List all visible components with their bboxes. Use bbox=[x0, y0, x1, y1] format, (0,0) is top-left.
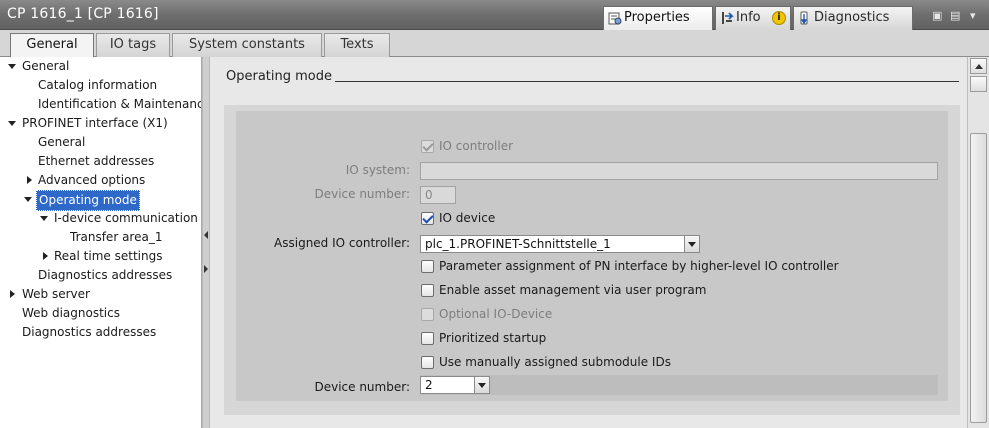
asset-management-label: Enable asset management via user program bbox=[439, 283, 707, 297]
tab-texts[interactable]: Texts bbox=[324, 33, 390, 57]
diagnostics-icon bbox=[800, 11, 808, 25]
collapse-icon[interactable] bbox=[43, 252, 48, 260]
assigned-io-controller-value: plc_1.PROFINET-Schnittstelle_1 bbox=[425, 237, 611, 251]
device-number-label: Device number: bbox=[314, 187, 410, 201]
device-number-select[interactable]: 2 bbox=[420, 376, 490, 394]
properties-tab-row: General IO tags System constants Texts bbox=[0, 30, 989, 58]
io-controller-label: IO controller bbox=[439, 139, 514, 153]
collapse-icon[interactable] bbox=[10, 290, 15, 298]
tree-item-web-diagnostics[interactable]: Web diagnostics bbox=[22, 304, 120, 323]
tab-properties[interactable]: Properties bbox=[603, 6, 713, 30]
device-number-field[interactable]: 0 bbox=[420, 186, 456, 204]
tree-item-catalog-information[interactable]: Catalog information bbox=[38, 76, 157, 95]
tree-item-label: Diagnostics addresses bbox=[38, 268, 173, 282]
tab-diagnostics-label: Diagnostics bbox=[814, 10, 890, 25]
io-device-label: IO device bbox=[439, 211, 496, 225]
operating-mode-inner-panel: IO controller IO system: Device number: … bbox=[236, 111, 948, 401]
vertical-scrollbar[interactable] bbox=[967, 57, 989, 428]
param-assignment-label: Parameter assignment of PN interface by … bbox=[439, 259, 839, 273]
tab-properties-label: Properties bbox=[624, 10, 690, 25]
io-device-checkbox[interactable] bbox=[421, 212, 434, 225]
expand-icon[interactable] bbox=[8, 121, 16, 126]
prioritized-startup-checkbox[interactable] bbox=[421, 332, 434, 345]
tree-item-label: Operating mode bbox=[36, 190, 140, 211]
tree-item-label: Ethernet addresses bbox=[38, 154, 155, 168]
chevron-down-icon[interactable] bbox=[474, 377, 489, 393]
scroll-menu-icon[interactable] bbox=[970, 76, 987, 92]
tab-io-tags[interactable]: IO tags bbox=[96, 33, 170, 57]
optional-io-device-checkbox[interactable] bbox=[421, 308, 434, 321]
tree-item-label: Real time settings bbox=[54, 249, 163, 263]
navigation-tree: General Catalog information Identificati… bbox=[0, 57, 202, 428]
io-system-field[interactable] bbox=[420, 162, 938, 180]
scroll-up-icon[interactable] bbox=[970, 58, 987, 74]
tab-system-constants[interactable]: System constants bbox=[172, 33, 322, 57]
tree-item-label: Identification & Maintenance bbox=[38, 97, 202, 111]
expand-icon[interactable] bbox=[24, 197, 32, 202]
section-divider bbox=[335, 81, 959, 82]
scrollbar-thumb[interactable] bbox=[970, 133, 987, 423]
chevron-down-icon[interactable] bbox=[684, 236, 699, 252]
tree-item-diagnostics-addresses[interactable]: Diagnostics addresses bbox=[38, 266, 172, 285]
expand-right-icon[interactable] bbox=[204, 265, 208, 273]
tree-item-label: PROFINET interface (X1) bbox=[22, 116, 168, 130]
io-controller-checkbox[interactable] bbox=[421, 140, 434, 153]
inspector-title-bar: CP 1616_1 [CP 1616] Properties Info i Di… bbox=[0, 0, 989, 30]
tab-diagnostics[interactable]: Diagnostics bbox=[793, 6, 913, 30]
info-badge-icon: i bbox=[772, 11, 786, 25]
tree-item-label: I-device communication bbox=[54, 211, 198, 225]
prioritized-startup-label: Prioritized startup bbox=[439, 331, 547, 345]
tree-item-label: Catalog information bbox=[38, 78, 158, 92]
collapse-icon[interactable] bbox=[27, 176, 32, 184]
tab-info[interactable]: Info i bbox=[715, 6, 791, 30]
info-icon bbox=[722, 12, 734, 24]
tree-item-label: Transfer area_1 bbox=[70, 230, 163, 244]
asset-management-checkbox[interactable] bbox=[421, 284, 434, 297]
panel-splitter[interactable] bbox=[202, 57, 210, 428]
tree-item-label: General bbox=[22, 59, 70, 73]
tab-info-label: Info bbox=[736, 10, 761, 25]
tree-item-identification-maintenance[interactable]: Identification & Maintenance bbox=[38, 95, 202, 114]
tree-item-label: Web server bbox=[22, 287, 90, 301]
assigned-io-controller-label: Assigned IO controller: bbox=[274, 236, 410, 250]
tree-item-ethernet-addresses[interactable]: Ethernet addresses bbox=[38, 152, 154, 171]
assigned-io-controller-select[interactable]: plc_1.PROFINET-Schnittstelle_1 bbox=[420, 235, 700, 253]
tree-item-label: Advanced options bbox=[38, 173, 146, 187]
param-assignment-checkbox[interactable] bbox=[421, 260, 434, 273]
device-number-value: 2 bbox=[425, 378, 433, 392]
collapse-left-icon[interactable] bbox=[204, 231, 208, 239]
window-title: CP 1616_1 [CP 1616] bbox=[7, 6, 159, 22]
tree-item-interface-general[interactable]: General bbox=[38, 133, 85, 152]
expand-icon[interactable] bbox=[40, 216, 48, 221]
tree-item-label: Web diagnostics bbox=[22, 306, 120, 320]
tab-general[interactable]: General bbox=[10, 33, 94, 58]
manual-submodule-ids-checkbox[interactable] bbox=[421, 356, 434, 369]
properties-icon bbox=[608, 12, 622, 25]
properties-content: Operating mode IO controller IO system: … bbox=[210, 57, 967, 428]
manual-submodule-ids-label: Use manually assigned submodule IDs bbox=[439, 355, 671, 369]
close-icon[interactable]: ▾ bbox=[970, 9, 976, 22]
tree-item-label: General bbox=[38, 135, 86, 149]
tree-item-label: Diagnostics addresses bbox=[22, 325, 157, 339]
device-number-label-2: Device number: bbox=[314, 380, 410, 394]
io-system-label: IO system: bbox=[345, 163, 410, 177]
restore-icon[interactable]: ▣ bbox=[932, 9, 942, 22]
tree-item-diagnostics-addresses-root[interactable]: Diagnostics addresses bbox=[22, 323, 156, 342]
tree-item-transfer-area[interactable]: Transfer area_1 bbox=[70, 228, 162, 247]
expand-icon[interactable] bbox=[8, 64, 16, 69]
section-title: Operating mode bbox=[226, 69, 332, 84]
menu-icon[interactable]: ▤ bbox=[950, 9, 960, 22]
device-number-row bbox=[420, 375, 938, 395]
optional-io-device-label: Optional IO-Device bbox=[439, 307, 553, 321]
